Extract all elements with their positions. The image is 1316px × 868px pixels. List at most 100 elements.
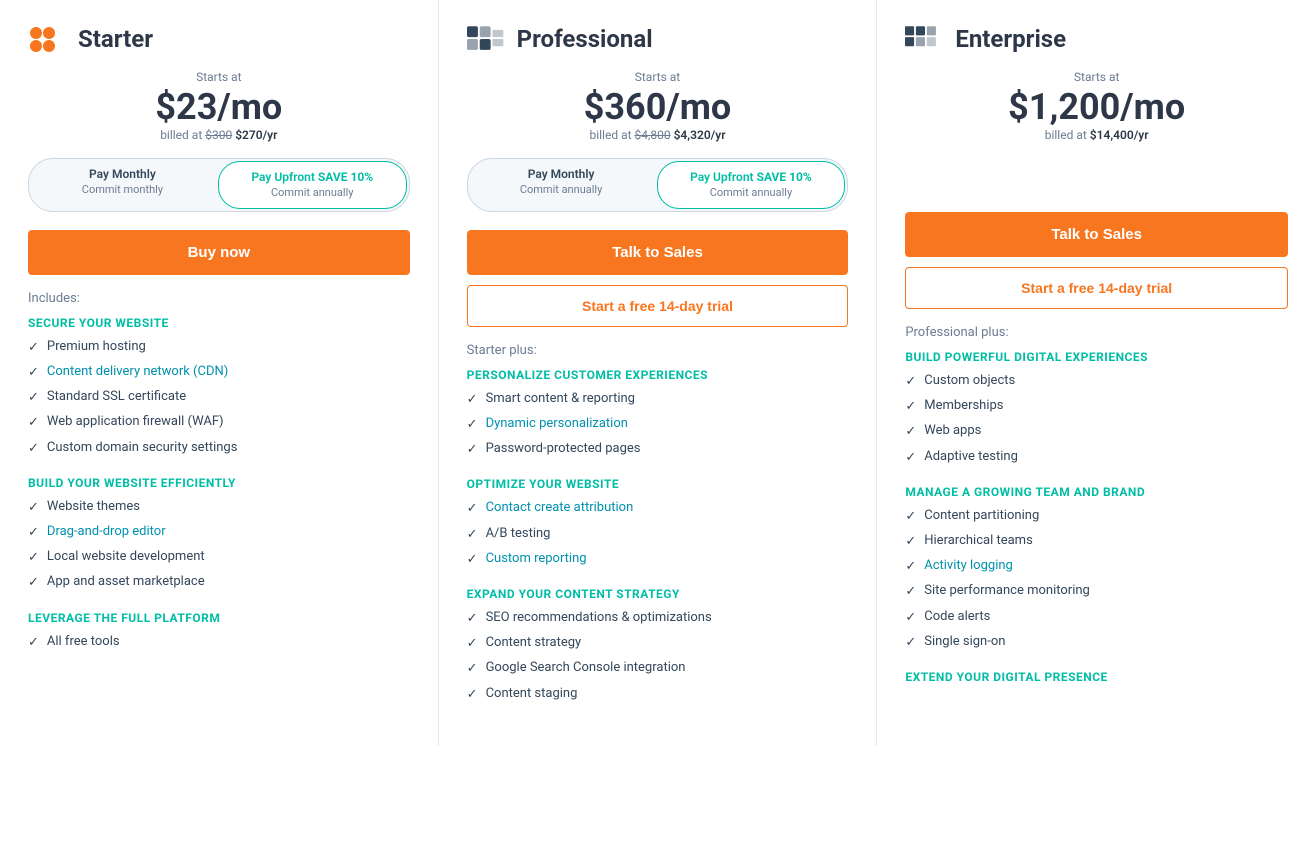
feature-text: Activity logging xyxy=(924,557,1013,575)
feature-group-enterprise-2: EXTEND YOUR DIGITAL PRESENCE xyxy=(905,670,1288,684)
cta-primary-starter[interactable]: Buy now xyxy=(28,230,410,275)
feature-item-enterprise-1-0: ✓ Content partitioning xyxy=(905,507,1288,526)
check-icon: ✓ xyxy=(467,660,478,678)
cta-primary-professional[interactable]: Talk to Sales xyxy=(467,230,849,275)
billing-toggle-professional[interactable]: Pay Monthly Commit annually Pay Upfront … xyxy=(467,158,849,212)
feature-item-enterprise-0-3: ✓ Adaptive testing xyxy=(905,448,1288,467)
feature-text: Content staging xyxy=(486,685,578,703)
check-icon: ✓ xyxy=(467,686,478,704)
feature-text: Google Search Console integration xyxy=(486,659,686,677)
feature-text: App and asset marketplace xyxy=(47,573,205,591)
feature-text: Site performance monitoring xyxy=(924,582,1090,600)
plan-title-starter: Starter xyxy=(78,25,153,53)
includes-label-enterprise: Professional plus: xyxy=(905,325,1288,340)
feature-group-title-professional-0: PERSONALIZE CUSTOMER EXPERIENCES xyxy=(467,368,849,382)
feature-group-title-starter-2: LEVERAGE THE FULL PLATFORM xyxy=(28,611,410,625)
feature-group-professional-2: EXPAND YOUR CONTENT STRATEGY ✓ SEO recom… xyxy=(467,587,849,704)
feature-text: Single sign-on xyxy=(924,633,1005,651)
feature-item-enterprise-0-0: ✓ Custom objects xyxy=(905,372,1288,391)
check-icon: ✓ xyxy=(905,634,916,652)
check-icon: ✓ xyxy=(467,551,478,569)
check-icon: ✓ xyxy=(28,364,39,382)
feature-item-enterprise-1-4: ✓ Code alerts xyxy=(905,608,1288,627)
feature-item-professional-0-0: ✓ Smart content & reporting xyxy=(467,390,849,409)
plan-title-enterprise: Enterprise xyxy=(955,25,1066,53)
plan-col-starter: Starter Starts at $23/mo billed at $300 … xyxy=(0,0,439,746)
enterprise-icon xyxy=(905,24,945,54)
feature-text: Custom objects xyxy=(924,372,1015,390)
feature-text: Code alerts xyxy=(924,608,990,626)
feature-group-enterprise-1: MANAGE A GROWING TEAM AND BRAND ✓ Conten… xyxy=(905,485,1288,652)
cta-primary-enterprise[interactable]: Talk to Sales xyxy=(905,212,1288,257)
feature-item-enterprise-0-2: ✓ Web apps xyxy=(905,422,1288,441)
feature-text: Memberships xyxy=(924,397,1003,415)
feature-item-starter-0-0: ✓ Premium hosting xyxy=(28,338,410,357)
feature-text: Content strategy xyxy=(486,634,582,652)
feature-text: A/B testing xyxy=(486,525,551,543)
feature-item-professional-2-1: ✓ Content strategy xyxy=(467,634,849,653)
features-starter: Includes: SECURE YOUR WEBSITE ✓ Premium … xyxy=(28,291,410,652)
toggle-annual-starter[interactable]: Pay Upfront SAVE 10% Commit annually xyxy=(218,161,407,209)
cta-secondary-professional[interactable]: Start a free 14-day trial xyxy=(467,285,849,327)
billing-toggle-starter[interactable]: Pay Monthly Commit monthly Pay Upfront S… xyxy=(28,158,410,212)
check-icon: ✓ xyxy=(467,441,478,459)
toggle-annual-professional[interactable]: Pay Upfront SAVE 10% Commit annually xyxy=(657,161,846,209)
feature-text: Custom domain security settings xyxy=(47,439,238,457)
feature-group-professional-0: PERSONALIZE CUSTOMER EXPERIENCES ✓ Smart… xyxy=(467,368,849,460)
feature-item-starter-1-1: ✓ Drag-and-drop editor xyxy=(28,523,410,542)
check-icon: ✓ xyxy=(905,609,916,627)
pricing-grid: Starter Starts at $23/mo billed at $300 … xyxy=(0,0,1316,746)
toggle-monthly-professional[interactable]: Pay Monthly Commit annually xyxy=(468,159,655,211)
feature-item-professional-2-2: ✓ Google Search Console integration xyxy=(467,659,849,678)
feature-group-title-enterprise-2: EXTEND YOUR DIGITAL PRESENCE xyxy=(905,670,1288,684)
check-icon: ✓ xyxy=(467,526,478,544)
professional-icon xyxy=(467,24,507,54)
cta-secondary-enterprise[interactable]: Start a free 14-day trial xyxy=(905,267,1288,309)
feature-text: Custom reporting xyxy=(486,550,587,568)
starts-at-professional: Starts at xyxy=(467,70,849,84)
feature-item-starter-0-1: ✓ Content delivery network (CDN) xyxy=(28,363,410,382)
check-icon: ✓ xyxy=(467,500,478,518)
check-icon: ✓ xyxy=(905,508,916,526)
check-icon: ✓ xyxy=(467,610,478,628)
feature-text: Premium hosting xyxy=(47,338,146,356)
plan-header-starter: Starter xyxy=(28,24,410,54)
feature-group-professional-1: OPTIMIZE YOUR WEBSITE ✓ Contact create a… xyxy=(467,477,849,569)
feature-group-title-enterprise-0: BUILD POWERFUL DIGITAL EXPERIENCES xyxy=(905,350,1288,364)
feature-text: Content delivery network (CDN) xyxy=(47,363,228,381)
features-enterprise: Professional plus: BUILD POWERFUL DIGITA… xyxy=(905,325,1288,684)
feature-item-starter-2-0: ✓ All free tools xyxy=(28,633,410,652)
feature-text: Adaptive testing xyxy=(924,448,1018,466)
feature-item-enterprise-1-2: ✓ Activity logging xyxy=(905,557,1288,576)
check-icon: ✓ xyxy=(467,416,478,434)
feature-group-title-professional-1: OPTIMIZE YOUR WEBSITE xyxy=(467,477,849,491)
feature-text: Password-protected pages xyxy=(486,440,641,458)
feature-item-enterprise-1-3: ✓ Site performance monitoring xyxy=(905,582,1288,601)
feature-text: SEO recommendations & optimizations xyxy=(486,609,712,627)
feature-group-starter-1: BUILD YOUR WEBSITE EFFICIENTLY ✓ Website… xyxy=(28,476,410,593)
feature-text: Content partitioning xyxy=(924,507,1039,525)
toggle-monthly-starter[interactable]: Pay Monthly Commit monthly xyxy=(29,159,216,211)
check-icon: ✓ xyxy=(905,558,916,576)
plan-col-enterprise: Enterprise Starts at $1,200/mo billed at… xyxy=(877,0,1316,746)
feature-text: Smart content & reporting xyxy=(486,390,635,408)
feature-text: Hierarchical teams xyxy=(924,532,1033,550)
features-professional: Starter plus: PERSONALIZE CUSTOMER EXPER… xyxy=(467,343,849,704)
feature-group-title-enterprise-1: MANAGE A GROWING TEAM AND BRAND xyxy=(905,485,1288,499)
feature-item-professional-1-1: ✓ A/B testing xyxy=(467,525,849,544)
check-icon: ✓ xyxy=(28,574,39,592)
check-icon: ✓ xyxy=(28,414,39,432)
feature-item-enterprise-1-5: ✓ Single sign-on xyxy=(905,633,1288,652)
plan-header-professional: Professional xyxy=(467,24,849,54)
plan-col-professional: Professional Starts at $360/mo billed at… xyxy=(439,0,878,746)
feature-item-starter-0-4: ✓ Custom domain security settings xyxy=(28,439,410,458)
feature-item-starter-0-3: ✓ Web application firewall (WAF) xyxy=(28,413,410,432)
check-icon: ✓ xyxy=(467,391,478,409)
feature-group-title-professional-2: EXPAND YOUR CONTENT STRATEGY xyxy=(467,587,849,601)
check-icon: ✓ xyxy=(905,373,916,391)
check-icon: ✓ xyxy=(28,634,39,652)
check-icon: ✓ xyxy=(905,449,916,467)
feature-item-professional-1-2: ✓ Custom reporting xyxy=(467,550,849,569)
feature-text: Website themes xyxy=(47,498,140,516)
includes-label-professional: Starter plus: xyxy=(467,343,849,358)
